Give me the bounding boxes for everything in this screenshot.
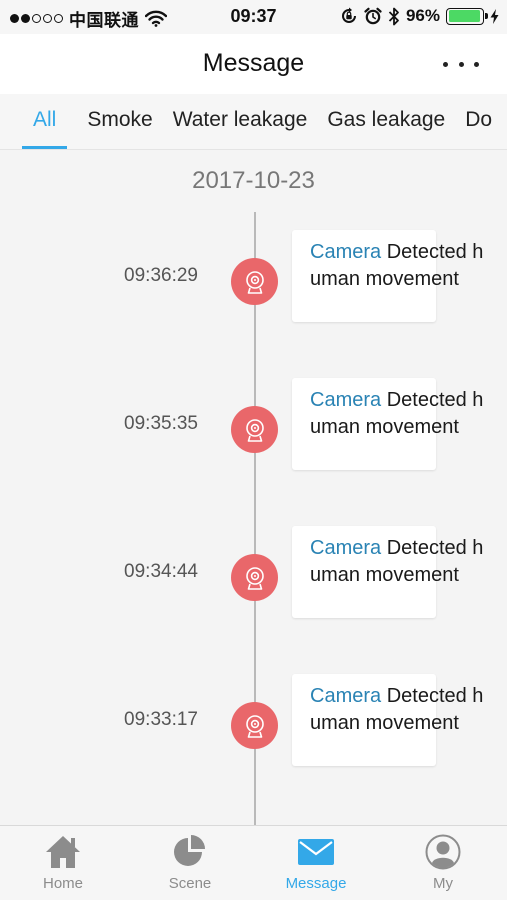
bluetooth-icon xyxy=(388,7,399,25)
entry-time: 09:36:29 xyxy=(124,265,198,286)
more-options-button[interactable] xyxy=(443,52,479,76)
pie-chart-icon xyxy=(170,833,210,871)
message-source: Camera xyxy=(310,389,382,411)
bottom-tab-bar: Home Scene Message My xyxy=(0,825,507,900)
camera-icon xyxy=(231,406,278,453)
tab-bar-scene[interactable]: Scene xyxy=(127,826,253,900)
more-icon xyxy=(443,61,448,67)
message-screen: 中国联通 09:37 96% Message All Smoke Water l… xyxy=(0,0,507,900)
camera-icon xyxy=(231,258,278,305)
timeline-entry[interactable]: 09:36:29 Camera Detected human movement xyxy=(0,230,507,338)
camera-icon xyxy=(231,702,278,749)
message-source: Camera xyxy=(310,241,382,263)
battery-percentage: 96% xyxy=(405,6,440,25)
charging-icon xyxy=(490,8,499,24)
message-card[interactable]: Camera Detected human movement xyxy=(292,674,483,766)
tab-bar-label: Scene xyxy=(168,875,212,892)
tab-bar-label: Home xyxy=(42,875,83,892)
camera-icon xyxy=(231,554,278,601)
tab-bar-message[interactable]: Message xyxy=(253,826,379,900)
message-source: Camera xyxy=(310,685,382,707)
message-text: Camera Detected human movement xyxy=(310,683,494,736)
category-tabs: All Smoke Water leakage Gas leakage Do xyxy=(0,94,507,150)
tab-gas-leakage[interactable]: Gas leakage xyxy=(317,94,455,149)
envelope-icon xyxy=(296,833,336,871)
tab-door[interactable]: Do xyxy=(455,94,502,149)
message-text: Camera Detected human movement xyxy=(310,387,494,440)
status-right: 96% xyxy=(340,6,499,26)
entry-time: 09:34:44 xyxy=(124,561,198,582)
message-card[interactable]: Camera Detected human movement xyxy=(292,526,483,618)
tab-bar-label: My xyxy=(433,875,453,892)
rotation-lock-icon xyxy=(342,7,356,23)
timeline-entry[interactable]: 09:33:17 Camera Detected human movement xyxy=(0,674,507,782)
message-source: Camera xyxy=(310,537,382,559)
entry-time: 09:35:35 xyxy=(124,413,198,434)
entry-time: 09:33:17 xyxy=(124,709,198,730)
tab-bar-my[interactable]: My xyxy=(380,826,506,900)
timeline-date: 2017-10-23 xyxy=(192,167,315,194)
navigation-bar: Message xyxy=(0,34,507,94)
tab-bar-label: Message xyxy=(285,875,347,892)
tab-water-leakage[interactable]: Water leakage xyxy=(163,94,318,149)
tab-bar-home[interactable]: Home xyxy=(0,826,126,900)
tab-all[interactable]: All xyxy=(22,94,68,149)
timeline-entry[interactable]: 09:34:44 Camera Detected human movement xyxy=(0,526,507,634)
battery-level xyxy=(448,10,481,22)
battery-icon xyxy=(446,7,488,25)
message-text: Camera Detected human movement xyxy=(310,239,494,292)
home-icon xyxy=(43,833,83,871)
alarm-icon xyxy=(364,7,382,25)
status-bar: 中国联通 09:37 96% xyxy=(0,0,507,34)
message-card[interactable]: Camera Detected human movement xyxy=(292,378,483,470)
timeline-entry[interactable]: 09:35:35 Camera Detected human movement xyxy=(0,378,507,486)
message-card[interactable]: Camera Detected human movement xyxy=(292,230,483,322)
message-text: Camera Detected human movement xyxy=(310,535,494,588)
tab-smoke[interactable]: Smoke xyxy=(77,94,162,149)
page-title: Message xyxy=(202,49,305,77)
user-icon xyxy=(423,833,463,871)
